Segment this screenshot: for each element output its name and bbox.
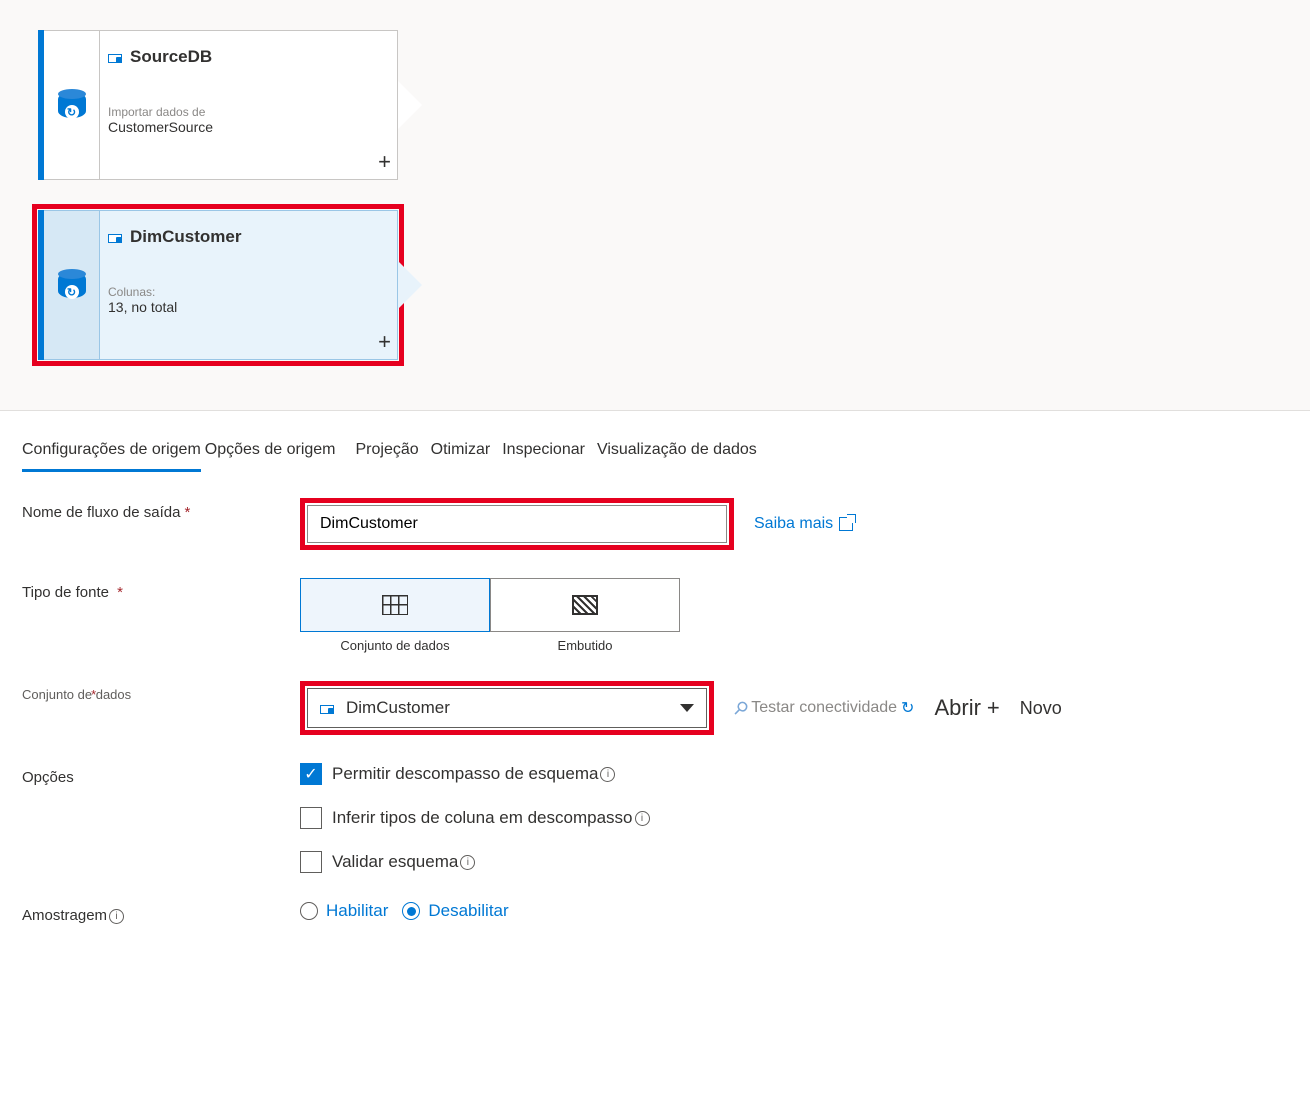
node-source: CustomerSource	[108, 119, 379, 135]
node-subtitle: Colunas:	[108, 285, 379, 299]
source-node-dimcustomer[interactable]: ↻ DimCustomer Colunas: 13, no total +	[38, 210, 398, 360]
dataset-icon	[320, 701, 336, 715]
allow-schema-drift-label: Permitir descompasso de esquema	[332, 764, 615, 784]
tab-source-options[interactable]: Opções de origem	[205, 441, 336, 472]
inline-icon	[572, 595, 598, 615]
tab-inspect[interactable]: Inspecionar	[502, 441, 585, 472]
dataset-select[interactable]: DimCustomer	[307, 688, 707, 728]
tab-optimize[interactable]: Otimizar	[431, 441, 491, 472]
add-step-button[interactable]: +	[378, 149, 391, 175]
node-title: DimCustomer	[130, 227, 241, 247]
sampling-enable-label: Habilitar	[326, 901, 388, 921]
infer-drifted-types-label: Inferir tipos de coluna em descompasso	[332, 808, 650, 828]
sampling-disable-label: Desabilitar	[428, 901, 508, 921]
source-type-label: Tipo de fonte *	[22, 578, 300, 601]
learn-more-link[interactable]: Saiba mais	[754, 515, 853, 533]
dataset-label: Conjunto de dados*	[22, 681, 300, 702]
output-stream-label: Nome de fluxo de saída*	[22, 498, 300, 521]
info-icon[interactable]	[460, 855, 475, 870]
external-link-icon	[839, 517, 853, 531]
toggle-label-dataset: Conjunto de dados	[300, 632, 490, 653]
node-subtitle: Importar dados de	[108, 105, 379, 119]
add-step-button[interactable]: +	[378, 329, 391, 355]
tabs: Configurações de origem Opções de origem…	[0, 411, 1310, 472]
validate-schema-checkbox[interactable]	[300, 851, 322, 873]
canvas: ↻ SourceDB Importar dados de CustomerSou…	[0, 0, 1310, 411]
toggle-label-inline: Embutido	[490, 632, 680, 653]
tab-data-preview[interactable]: Visualização de dados	[597, 441, 757, 472]
info-icon[interactable]	[600, 767, 615, 782]
node-columns: 13, no total	[108, 299, 379, 315]
sampling-disable-radio[interactable]	[402, 902, 420, 920]
info-icon[interactable]	[635, 811, 650, 826]
dataset-icon	[108, 230, 124, 244]
test-connectivity-link[interactable]: ⚲ Testar conectividade ↻	[734, 698, 914, 719]
validate-schema-label: Validar esquema	[332, 852, 475, 872]
output-stream-input[interactable]	[307, 505, 727, 543]
database-icon: ↻	[58, 89, 86, 121]
info-icon[interactable]	[109, 909, 124, 924]
open-button[interactable]: Abrir+	[934, 695, 999, 721]
sampling-enable-radio[interactable]	[300, 902, 318, 920]
source-type-inline[interactable]	[490, 578, 680, 632]
plug-icon: ⚲	[729, 696, 753, 720]
allow-schema-drift-checkbox[interactable]: ✓	[300, 763, 322, 785]
dataset-value: DimCustomer	[346, 698, 450, 718]
source-node-sourcedb[interactable]: ↻ SourceDB Importar dados de CustomerSou…	[38, 30, 398, 180]
dataset-grid-icon	[382, 595, 408, 615]
form: Nome de fluxo de saída* Saiba mais Tipo …	[0, 472, 1310, 992]
dataset-icon	[108, 50, 124, 64]
options-label: Opções	[22, 763, 300, 786]
infer-drifted-types-checkbox[interactable]	[300, 807, 322, 829]
tab-projection[interactable]: Projeção	[356, 441, 419, 472]
node-title: SourceDB	[130, 47, 212, 67]
tab-source-settings[interactable]: Configurações de origem	[22, 441, 201, 472]
chevron-down-icon	[680, 704, 694, 712]
sampling-label: Amostragem	[22, 901, 300, 924]
source-type-dataset[interactable]	[300, 578, 490, 632]
new-button[interactable]: Novo	[1020, 698, 1062, 719]
database-icon: ↻	[58, 269, 86, 301]
